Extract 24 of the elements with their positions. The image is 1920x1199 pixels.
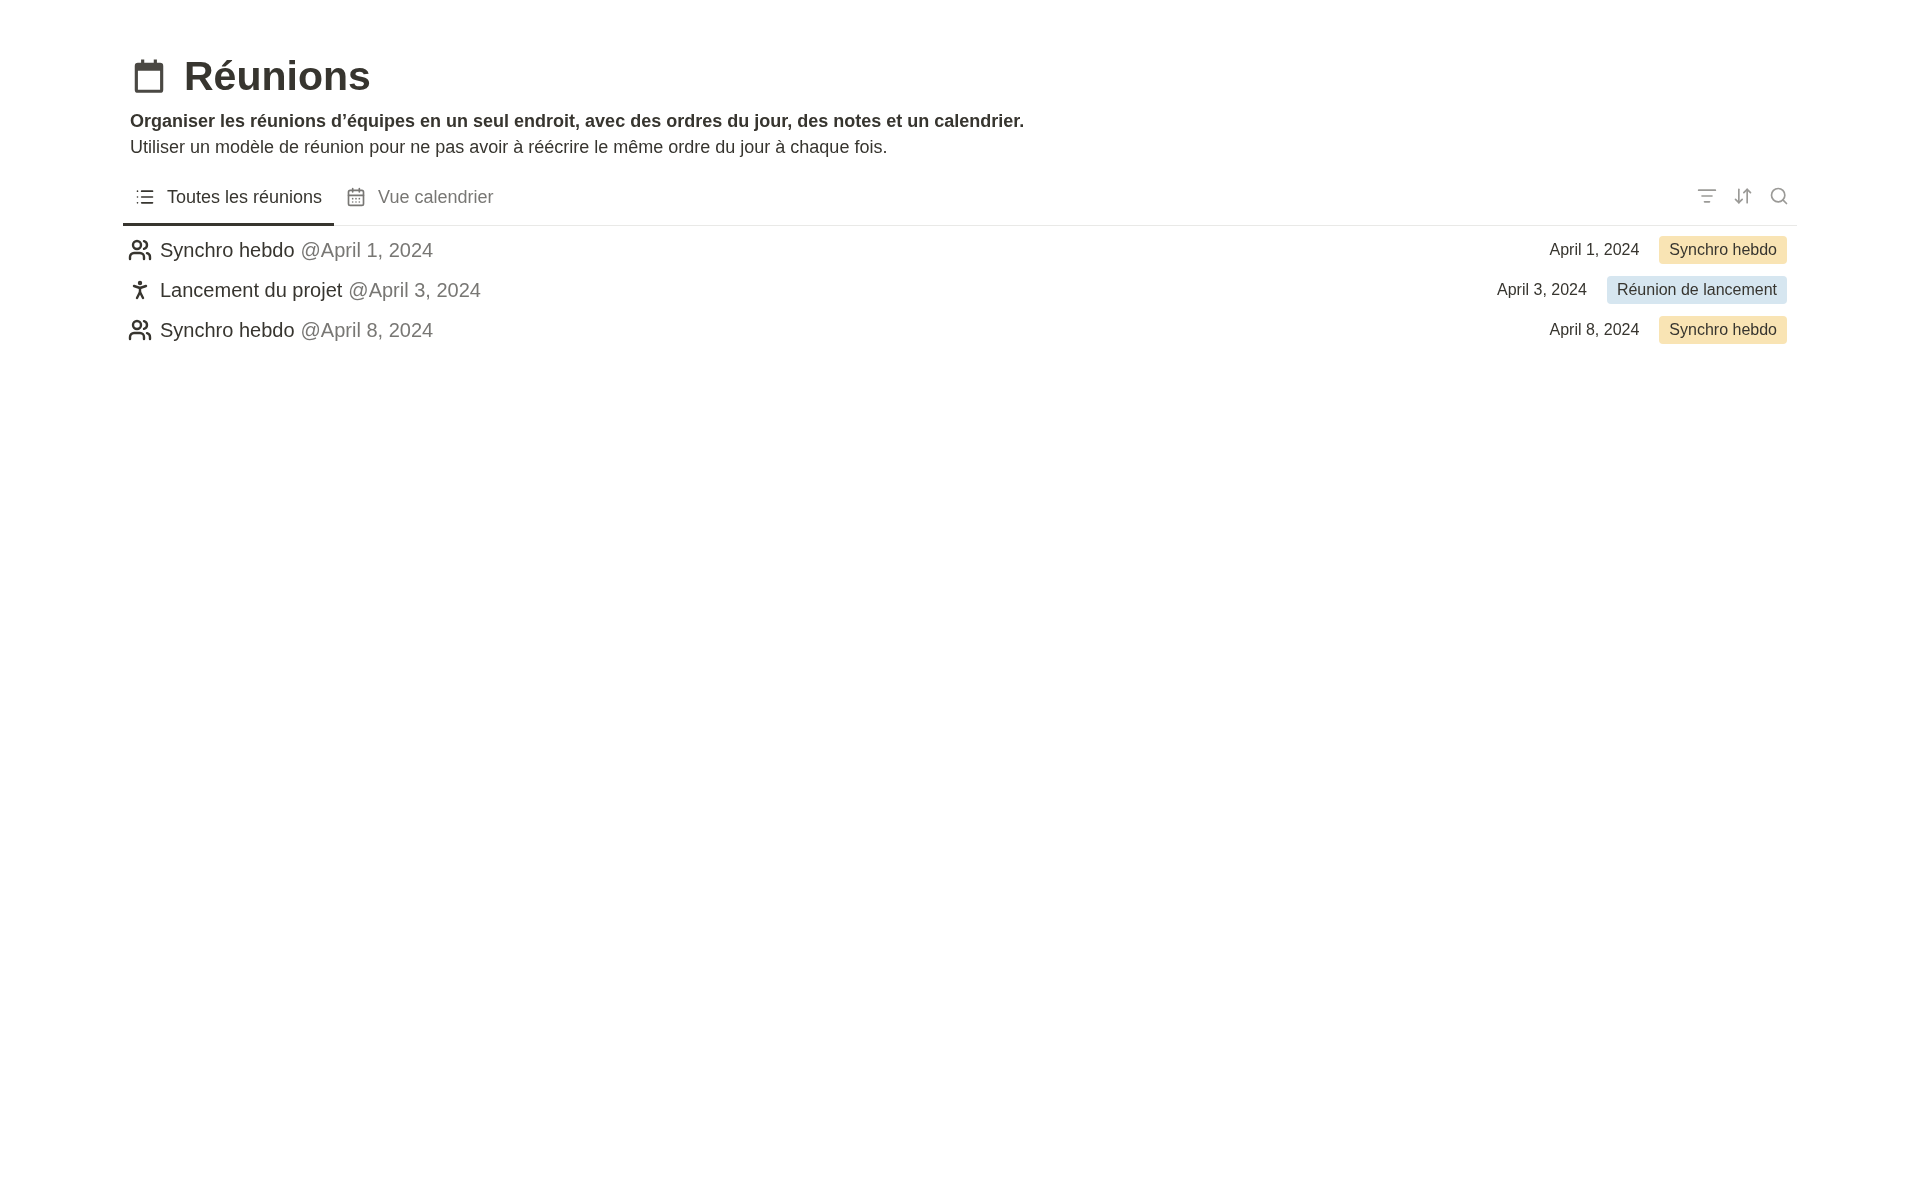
- page-description: Utiliser un modèle de réunion pour ne pas avoir à réécrire le même ordre du jour à chaque fois.: [129, 135, 889, 159]
- people-icon: [128, 317, 152, 342]
- meeting-date: April 1, 2024: [1549, 239, 1640, 260]
- meeting-date: April 8, 2024: [1549, 319, 1640, 340]
- calendar-icon: [346, 187, 367, 207]
- date-mention: @April 8, 2024: [300, 317, 434, 343]
- page-title: Réunions: [184, 52, 371, 101]
- meeting-date: April 3, 2024: [1497, 279, 1587, 300]
- search-icon[interactable]: [1769, 186, 1789, 206]
- list-icon: [135, 187, 155, 207]
- view-tab[interactable]: Toutes les réunions: [123, 179, 335, 226]
- meeting-type-tag: Synchro hebdo: [1659, 235, 1787, 264]
- meeting-title[interactable]: Synchro hebdo: [160, 234, 295, 265]
- meeting-type-tag: Réunion de lancement: [1606, 275, 1787, 304]
- meeting-title[interactable]: Lancement du projet: [160, 274, 343, 305]
- page-description-bold: Organiser les réunions d’équipes en un seul endroit, avec des ordres du jour, des notes et un calendrier.: [129, 109, 1026, 133]
- date-mention: @April 3, 2024: [348, 277, 481, 303]
- view-tab[interactable]: Vue calendrier: [334, 179, 506, 226]
- meeting-title[interactable]: Synchro hebdo: [160, 314, 295, 345]
- sort-icon[interactable]: [1733, 186, 1753, 206]
- meeting-type-tag: Synchro hebdo: [1659, 315, 1787, 344]
- people-icon: [128, 237, 152, 262]
- date-mention: @April 1, 2024: [300, 237, 434, 263]
- filter-icon[interactable]: [1697, 186, 1717, 206]
